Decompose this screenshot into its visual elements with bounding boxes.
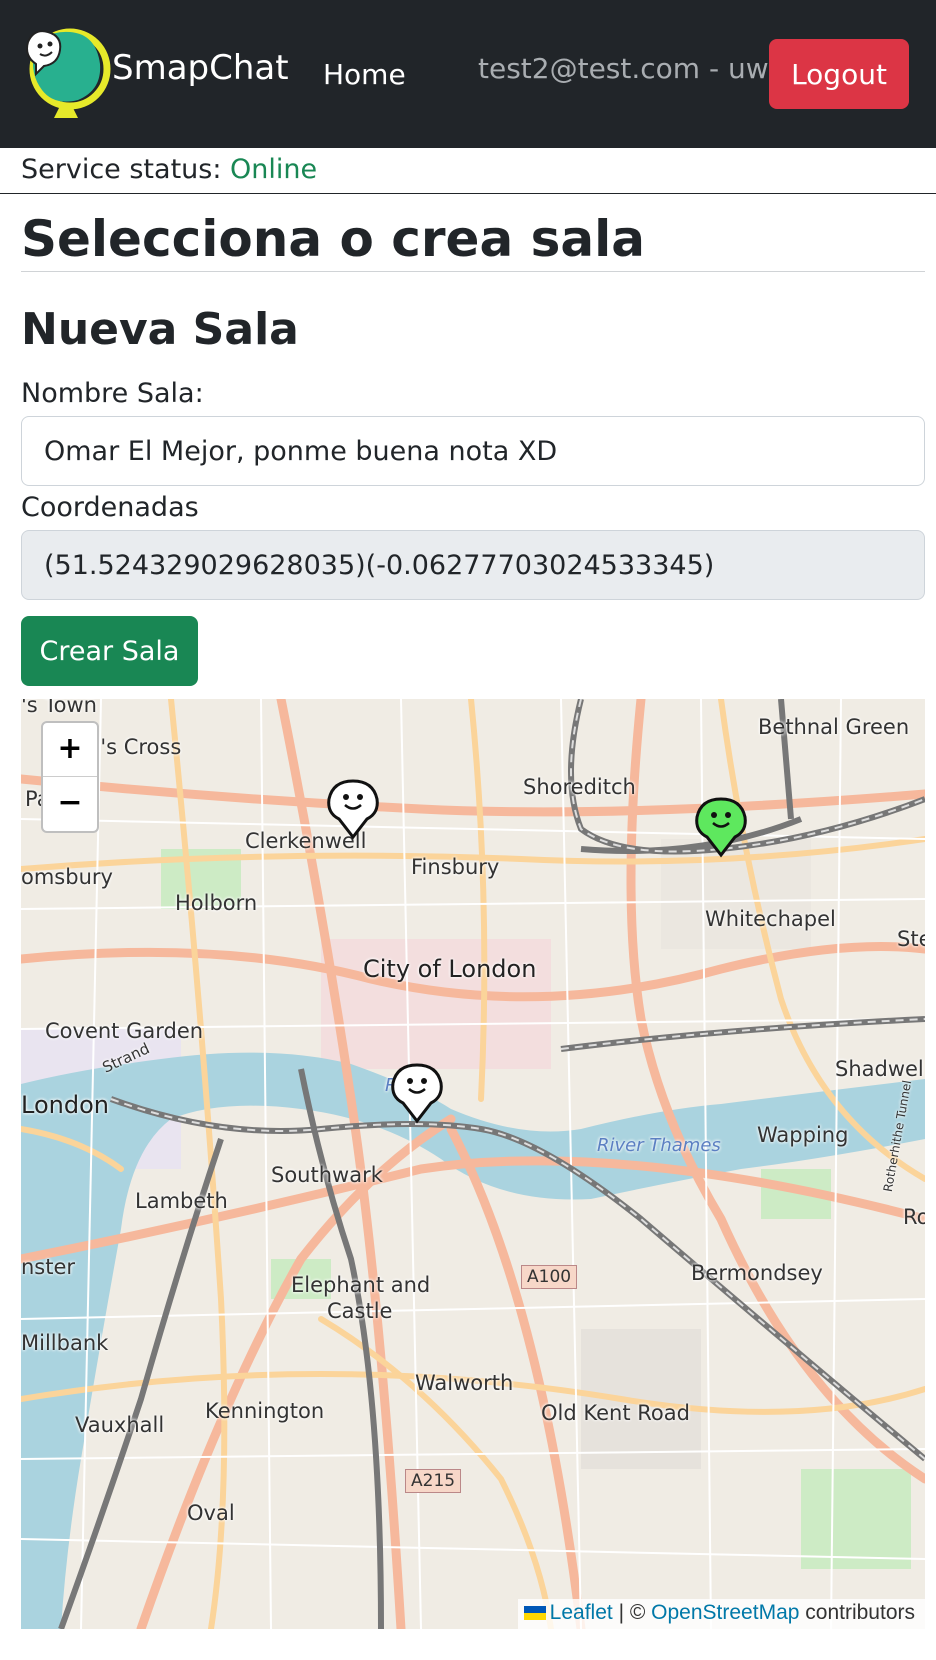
map-label: Elephant and	[291, 1273, 431, 1297]
map-label: Lambeth	[135, 1189, 228, 1213]
leaflet-link[interactable]: Leaflet	[550, 1601, 613, 1624]
service-status-bar: Service status: Online	[0, 148, 936, 194]
map-attribution: Leaflet | © OpenStreetMap contributors	[517, 1599, 925, 1629]
road-shield: A215	[405, 1469, 462, 1493]
map-label: omsbury	[21, 865, 113, 889]
brand-name: SmapChat	[112, 48, 289, 88]
map-label: Shadwel	[835, 1057, 924, 1081]
room-name-input[interactable]	[21, 416, 925, 486]
attribution-separator: | ©	[618, 1601, 646, 1624]
coordinates-input[interactable]	[21, 530, 925, 600]
map-label: 's Town	[21, 699, 97, 717]
page-title: Selecciona o crea sala	[21, 210, 645, 268]
map-label: Ro	[903, 1205, 925, 1229]
zoom-out-button[interactable]: −	[43, 777, 97, 831]
map-label: g's Cross	[87, 735, 182, 759]
map-tiles	[21, 699, 925, 1629]
openstreetmap-link[interactable]: OpenStreetMap	[651, 1601, 799, 1624]
map-label: Finsbury	[411, 855, 500, 879]
service-status: Service status: Online	[21, 154, 317, 185]
map-label: Shoreditch	[523, 775, 636, 799]
zoom-in-button[interactable]: +	[43, 723, 97, 777]
map-label: River Thames	[597, 1135, 721, 1156]
map-label: Bethnal Green	[758, 715, 910, 739]
create-room-button[interactable]: Crear Sala	[21, 616, 198, 686]
nav-home-link[interactable]: Home	[323, 58, 406, 91]
map-label: Castle	[327, 1299, 393, 1323]
attribution-contributors: contributors	[805, 1601, 915, 1624]
smapchat-logo-icon	[20, 24, 112, 120]
map-label: London	[21, 1091, 109, 1119]
service-status-value: Online	[230, 154, 318, 185]
map-label: Holborn	[175, 891, 258, 915]
title-divider	[21, 271, 925, 272]
ukraine-flag-icon	[523, 1606, 546, 1620]
navbar: SmapChat Home test2@test.com - uwu Logou…	[0, 0, 936, 148]
map-label: Covent Garden	[45, 1019, 204, 1043]
room-marker-ghost-icon[interactable]	[385, 1061, 449, 1125]
selected-location-ghost-icon[interactable]	[689, 795, 753, 859]
map-label: Southwark	[271, 1163, 383, 1187]
brand[interactable]: SmapChat	[20, 22, 289, 122]
map-label: Oval	[187, 1501, 235, 1525]
current-user-label: test2@test.com - uwu	[478, 52, 787, 85]
road-shield: A100	[521, 1265, 578, 1289]
map-label: Walworth	[415, 1371, 514, 1395]
zoom-control: + −	[41, 721, 99, 833]
map-label: City of London	[363, 955, 537, 983]
map-label: Vauxhall	[75, 1413, 165, 1437]
map-label: Kennington	[205, 1399, 325, 1423]
map-label: Whitechapel	[705, 907, 836, 931]
map-label: Wapping	[757, 1123, 849, 1147]
room-name-label: Nombre Sala:	[21, 378, 204, 409]
map[interactable]: 's Town g's Cross Pa Clerkenwell Shoredi…	[21, 699, 925, 1629]
map-label: Old Kent Road	[541, 1401, 690, 1425]
logout-button[interactable]: Logout	[769, 39, 909, 109]
room-marker-ghost-icon[interactable]	[321, 777, 385, 841]
coordinates-label: Coordenadas	[21, 492, 199, 523]
service-status-label: Service status:	[21, 154, 222, 185]
map-label: nster	[21, 1255, 76, 1279]
map-label: Ste	[897, 927, 925, 951]
section-title: Nueva Sala	[21, 304, 299, 355]
map-label: Millbank	[21, 1331, 109, 1355]
map-label: Bermondsey	[691, 1261, 823, 1285]
